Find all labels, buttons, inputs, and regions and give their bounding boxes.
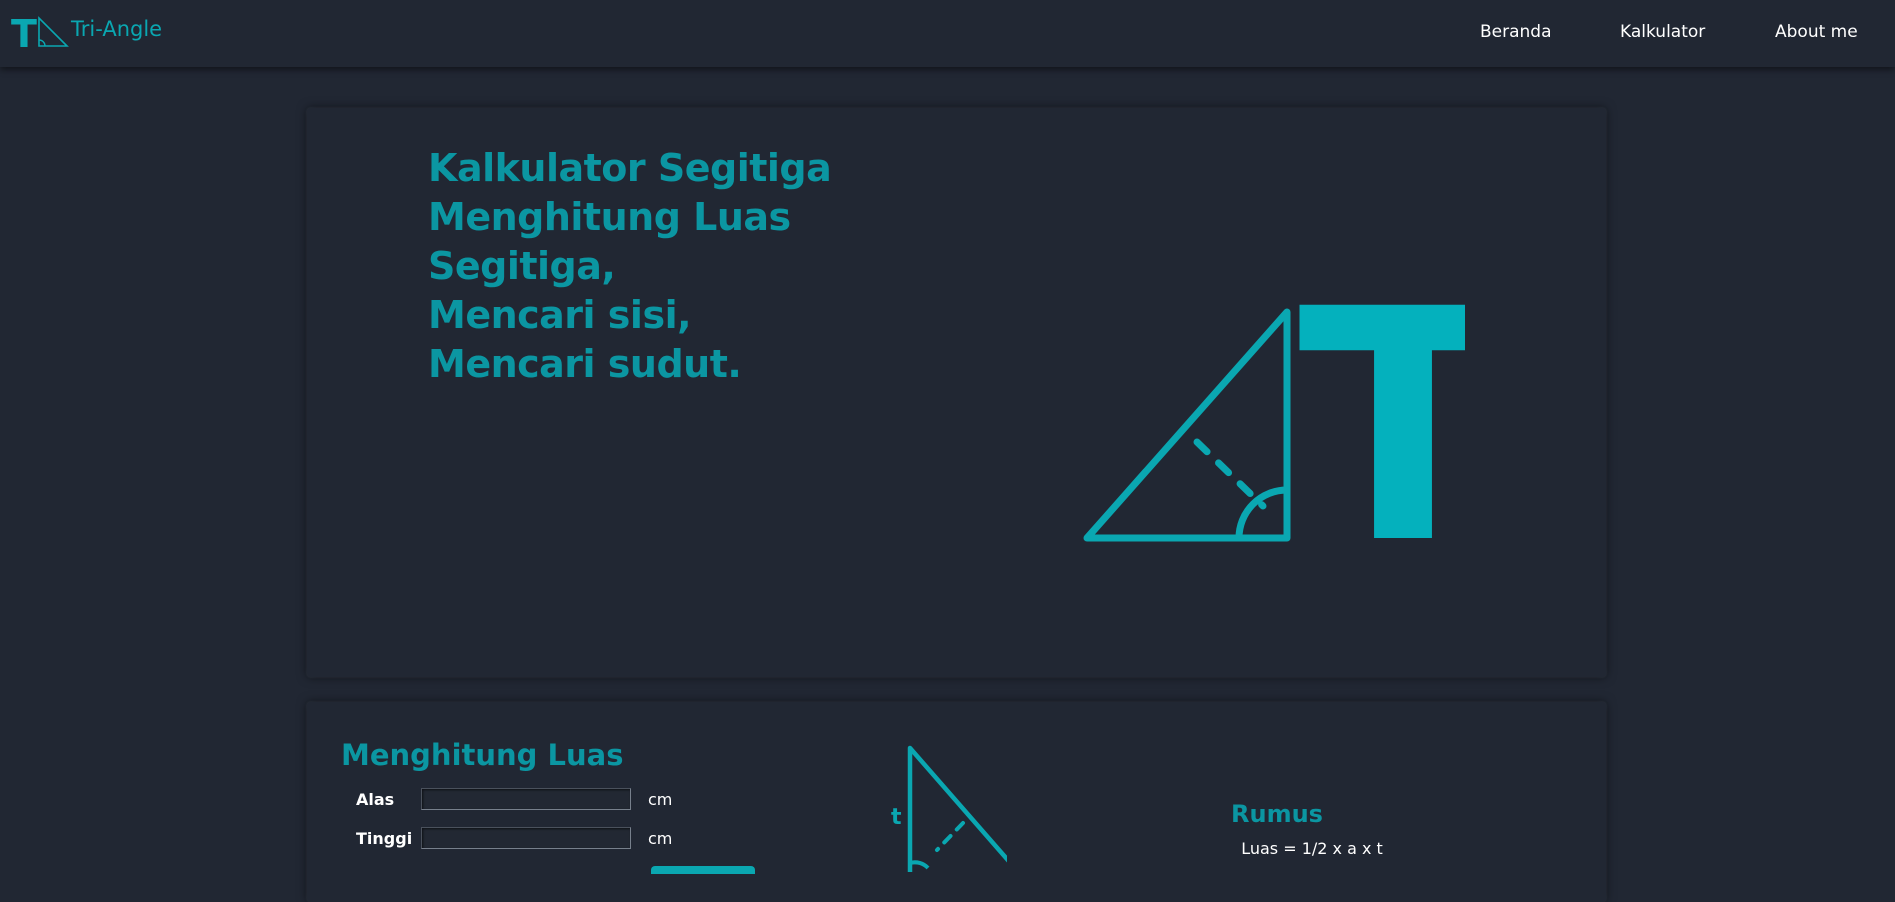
luas-calculator-card: Menghitung Luas Alas cm Tinggi cm t Rumu… xyxy=(307,702,1606,902)
alas-label: Alas xyxy=(356,790,395,809)
nav-beranda[interactable]: Beranda xyxy=(1480,22,1552,42)
hero-line-2: Menghitung Luas xyxy=(428,195,791,239)
nav-kalkulator[interactable]: Kalkulator xyxy=(1620,22,1705,42)
brand-logo-letter: T xyxy=(11,14,37,48)
top-navbar: T Tri-Angle Beranda Kalkulator About me xyxy=(0,0,1895,67)
alas-input[interactable] xyxy=(421,788,631,810)
hero-triangle-logo-icon: T xyxy=(1083,294,1465,564)
tinggi-unit: cm xyxy=(648,829,673,848)
hero-line-4: Mencari sisi, xyxy=(428,293,692,337)
rumus-heading: Rumus xyxy=(1231,800,1323,828)
hero-line-3: Segitiga, xyxy=(428,244,616,288)
brand-name: Tri-Angle xyxy=(71,17,163,41)
height-label: t xyxy=(891,805,902,830)
hitung-button[interactable] xyxy=(651,866,755,874)
tinggi-input[interactable] xyxy=(421,827,631,849)
tinggi-label: Tinggi xyxy=(356,829,413,848)
rumus-formula: Luas = 1/2 x a x t xyxy=(1241,839,1383,858)
luas-triangle-diagram-icon: t xyxy=(891,745,1007,872)
hero-logo-letter: T xyxy=(1298,294,1465,564)
alas-unit: cm xyxy=(648,790,673,809)
hero-card: Kalkulator Segitiga Menghitung Luas Segi… xyxy=(307,108,1606,677)
hero-line-1: Kalkulator Segitiga xyxy=(428,146,832,190)
triangle-logo-icon: T xyxy=(11,14,69,48)
hero-line-5: Mencari sudut. xyxy=(428,342,742,386)
hero-title: Kalkulator Segitiga Menghitung Luas Segi… xyxy=(428,144,832,389)
luas-title: Menghitung Luas xyxy=(341,738,624,772)
brand-link[interactable]: T Tri-Angle xyxy=(11,14,162,48)
nav-about-me[interactable]: About me xyxy=(1775,22,1858,42)
